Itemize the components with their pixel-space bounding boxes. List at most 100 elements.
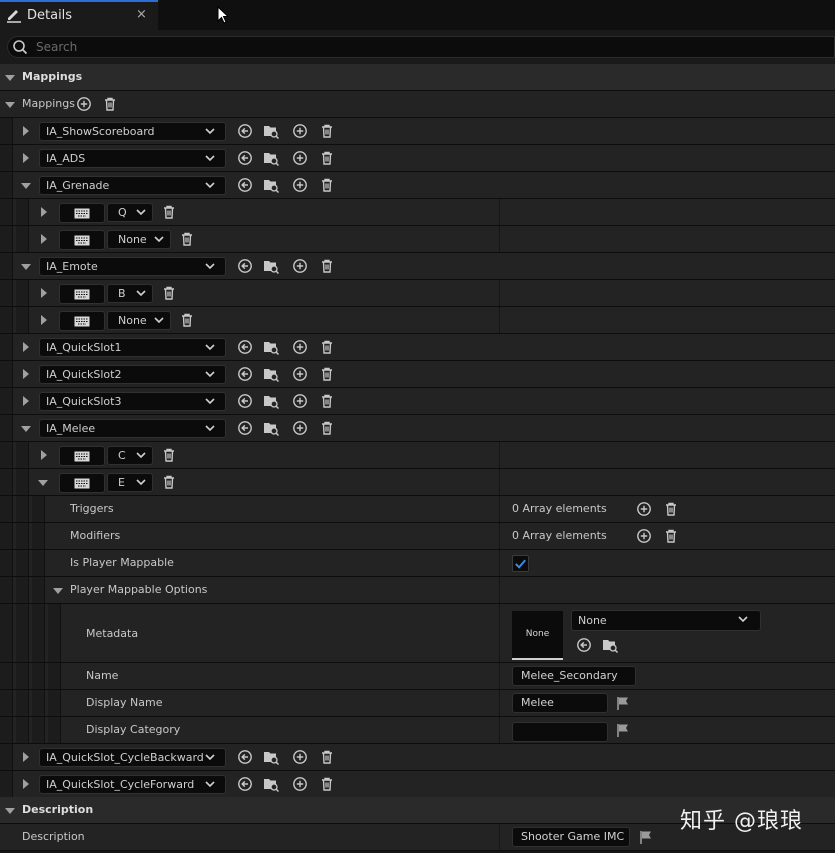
use-selected-icon[interactable] <box>237 150 253 166</box>
input-action-dropdown[interactable]: IA_ADS <box>39 149 226 168</box>
key-selector-button[interactable] <box>59 473 105 493</box>
expand-arrow-icon[interactable] <box>41 315 47 325</box>
description-field[interactable]: Shooter Game IMC <box>512 827 630 847</box>
expand-arrow-icon[interactable] <box>23 126 29 136</box>
splitter[interactable] <box>499 226 500 252</box>
delete-icon[interactable] <box>179 312 195 328</box>
use-selected-icon[interactable] <box>576 637 592 653</box>
expand-arrow-icon[interactable] <box>5 75 15 81</box>
add-element-icon[interactable] <box>292 258 308 274</box>
splitter[interactable] <box>499 307 500 333</box>
splitter[interactable] <box>499 663 500 689</box>
expand-arrow-icon[interactable] <box>5 102 15 108</box>
category-mappings[interactable]: Mappings <box>0 64 835 91</box>
delete-icon[interactable] <box>319 339 335 355</box>
add-element-icon[interactable] <box>292 749 308 765</box>
use-selected-icon[interactable] <box>237 776 253 792</box>
splitter[interactable] <box>499 690 500 716</box>
delete-icon[interactable] <box>319 366 335 382</box>
key-dropdown[interactable]: C <box>107 446 153 465</box>
expand-arrow-icon[interactable] <box>41 450 47 460</box>
key-dropdown[interactable]: Q <box>107 203 153 222</box>
delete-icon[interactable] <box>319 258 335 274</box>
expand-arrow-icon[interactable] <box>41 234 47 244</box>
use-selected-icon[interactable] <box>237 749 253 765</box>
expand-arrow-icon[interactable] <box>38 480 48 486</box>
delete-icon[interactable] <box>663 501 679 517</box>
splitter[interactable] <box>499 523 500 549</box>
add-element-icon[interactable] <box>292 123 308 139</box>
browse-asset-icon[interactable] <box>602 637 618 653</box>
splitter[interactable] <box>499 280 500 306</box>
splitter[interactable] <box>499 604 500 662</box>
splitter[interactable] <box>499 550 500 576</box>
metadata-dropdown[interactable]: None <box>571 610 761 631</box>
use-selected-icon[interactable] <box>237 123 253 139</box>
delete-icon[interactable] <box>319 123 335 139</box>
expand-arrow-icon[interactable] <box>23 369 29 379</box>
browse-asset-icon[interactable] <box>263 258 279 274</box>
key-dropdown[interactable]: B <box>107 284 153 303</box>
delete-icon[interactable] <box>319 150 335 166</box>
splitter[interactable] <box>499 496 500 522</box>
input-action-dropdown[interactable]: IA_QuickSlot3 <box>39 392 226 411</box>
add-element-icon[interactable] <box>636 501 652 517</box>
expand-arrow-icon[interactable] <box>41 207 47 217</box>
use-selected-icon[interactable] <box>237 393 253 409</box>
add-element-icon[interactable] <box>292 393 308 409</box>
splitter[interactable] <box>499 442 500 468</box>
key-selector-button[interactable] <box>59 446 105 466</box>
key-dropdown[interactable]: E <box>107 473 153 492</box>
delete-icon[interactable] <box>161 285 177 301</box>
use-selected-icon[interactable] <box>237 177 253 193</box>
expand-arrow-icon[interactable] <box>53 588 63 594</box>
input-action-dropdown[interactable]: IA_QuickSlot2 <box>39 365 226 384</box>
input-action-dropdown[interactable]: IA_QuickSlot_CycleForward <box>39 775 226 794</box>
browse-asset-icon[interactable] <box>263 420 279 436</box>
input-action-dropdown[interactable]: IA_Melee <box>39 419 226 438</box>
expand-arrow-icon[interactable] <box>21 183 31 189</box>
browse-asset-icon[interactable] <box>263 393 279 409</box>
browse-asset-icon[interactable] <box>263 177 279 193</box>
browse-asset-icon[interactable] <box>263 749 279 765</box>
close-icon[interactable]: × <box>136 7 147 22</box>
browse-asset-icon[interactable] <box>263 776 279 792</box>
use-selected-icon[interactable] <box>237 366 253 382</box>
delete-icon[interactable] <box>161 447 177 463</box>
splitter[interactable] <box>499 577 500 603</box>
add-element-icon[interactable] <box>292 177 308 193</box>
expand-arrow-icon[interactable] <box>21 264 31 270</box>
delete-icon[interactable] <box>161 474 177 490</box>
add-element-icon[interactable] <box>292 339 308 355</box>
flag-icon[interactable] <box>638 829 654 845</box>
key-dropdown[interactable]: None <box>107 311 171 330</box>
expand-arrow-icon[interactable] <box>23 779 29 789</box>
display-category-field[interactable] <box>512 722 608 742</box>
expand-arrow-icon[interactable] <box>21 426 31 432</box>
browse-asset-icon[interactable] <box>263 150 279 166</box>
display-name-field[interactable]: Melee <box>512 693 608 713</box>
delete-icon[interactable] <box>319 177 335 193</box>
delete-icon[interactable] <box>179 231 195 247</box>
tab-details[interactable]: Details × <box>0 0 158 30</box>
input-action-dropdown[interactable]: IA_ShowScoreboard <box>39 122 226 141</box>
input-action-dropdown[interactable]: IA_Grenade <box>39 176 226 195</box>
delete-icon[interactable] <box>319 749 335 765</box>
delete-icon[interactable] <box>319 420 335 436</box>
delete-icon[interactable] <box>161 204 177 220</box>
add-element-icon[interactable] <box>292 776 308 792</box>
add-element-icon[interactable] <box>76 96 92 112</box>
splitter[interactable] <box>499 199 500 225</box>
browse-asset-icon[interactable] <box>263 123 279 139</box>
use-selected-icon[interactable] <box>237 339 253 355</box>
name-field[interactable]: Melee_Secondary <box>512 666 636 686</box>
key-selector-button[interactable] <box>59 203 105 223</box>
key-selector-button[interactable] <box>59 311 105 331</box>
expand-arrow-icon[interactable] <box>5 808 15 814</box>
use-selected-icon[interactable] <box>237 420 253 436</box>
delete-icon[interactable] <box>319 776 335 792</box>
input-action-dropdown[interactable]: IA_QuickSlot1 <box>39 338 226 357</box>
key-selector-button[interactable] <box>59 284 105 304</box>
search-input[interactable]: Search <box>7 36 835 58</box>
add-element-icon[interactable] <box>292 420 308 436</box>
